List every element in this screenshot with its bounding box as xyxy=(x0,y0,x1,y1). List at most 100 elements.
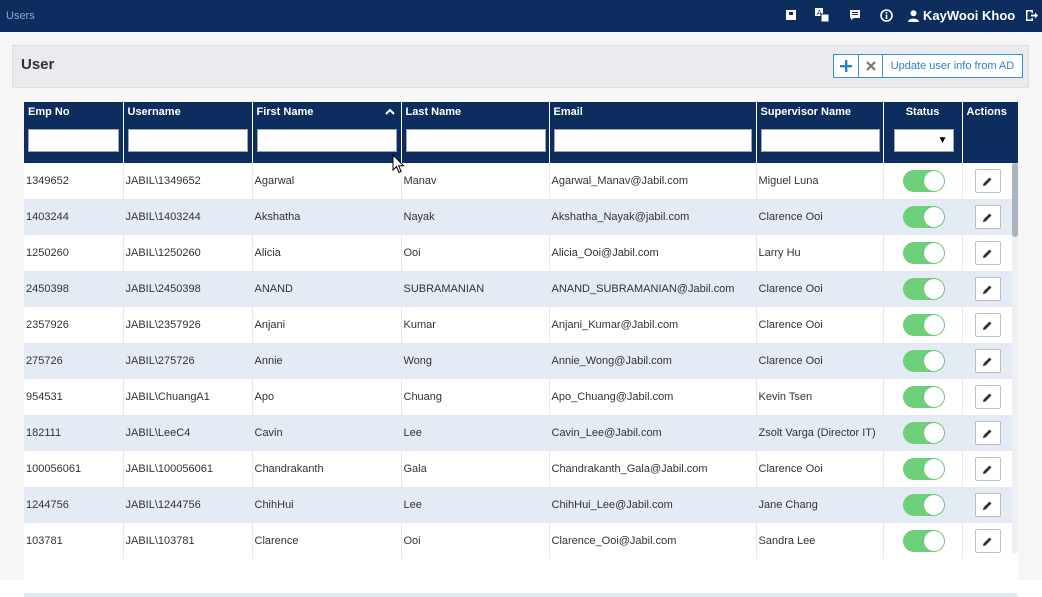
table-row[interactable]: 954531 JABIL\ChuangA1 Apo Chuang Apo_Chuang@… xyxy=(24,379,1018,415)
status-toggle[interactable] xyxy=(902,350,945,372)
cell-emp-no: 1349652 xyxy=(24,163,124,199)
cell-actions xyxy=(962,487,1018,523)
cell-supervisor: Clarence Ooi xyxy=(756,271,884,307)
cell-emp-no: 954531 xyxy=(24,379,124,415)
header-supervisor[interactable]: Supervisor Name xyxy=(756,102,884,163)
cell-status xyxy=(883,199,963,235)
status-toggle[interactable] xyxy=(902,170,945,192)
edit-button[interactable] xyxy=(974,313,1001,337)
cell-supervisor: Jane Chang xyxy=(756,487,884,523)
book-icon[interactable] xyxy=(784,8,798,22)
header-first-name[interactable]: First Name xyxy=(252,102,402,163)
sort-ascending-icon xyxy=(384,108,395,115)
edit-button[interactable] xyxy=(974,385,1001,409)
status-toggle[interactable] xyxy=(902,386,945,408)
cell-email: Akshatha_Nayak@jabil.com xyxy=(549,199,757,235)
cell-last-name: Ooi xyxy=(401,523,550,559)
edit-button[interactable] xyxy=(974,241,1001,265)
cell-actions xyxy=(962,379,1018,415)
emp-no-filter-input[interactable] xyxy=(28,129,119,152)
cell-username: JABIL\1250260 xyxy=(123,235,253,271)
status-toggle[interactable] xyxy=(902,206,945,228)
supervisor-filter-input[interactable] xyxy=(760,129,880,152)
pencil-icon xyxy=(983,465,992,474)
table-row[interactable]: 1250260 JABIL\1250260 Alicia Ooi Alicia_Ooi@… xyxy=(24,235,1018,271)
cell-supervisor: Miguel Luna xyxy=(756,163,884,199)
message-icon[interactable] xyxy=(848,8,862,22)
cell-emp-no: 2357926 xyxy=(24,307,124,343)
user-menu[interactable]: KayWooi Khoo xyxy=(908,8,1015,23)
page-title: User xyxy=(21,56,55,73)
translate-icon[interactable]: A xyxy=(815,8,829,22)
status-toggle[interactable] xyxy=(902,278,945,300)
pencil-icon xyxy=(983,285,992,294)
cell-last-name: Lee xyxy=(401,415,550,451)
edit-button[interactable] xyxy=(974,277,1001,301)
cell-last-name: Gala xyxy=(401,451,550,487)
status-toggle[interactable] xyxy=(902,530,945,552)
cell-supervisor: Clarence Ooi xyxy=(756,199,884,235)
clear-filters-button[interactable] xyxy=(858,54,883,78)
cell-actions xyxy=(962,343,1018,379)
status-toggle[interactable] xyxy=(902,422,945,444)
table-row[interactable]: 182111 JABIL\LeeC4 Cavin Lee Cavin_Lee@Jabil… xyxy=(24,415,1018,451)
table-row[interactable]: 100056061 JABIL\100056061 Chandrakanth Gala… xyxy=(24,451,1018,487)
status-toggle[interactable] xyxy=(902,458,945,480)
cell-username: JABIL\1349652 xyxy=(123,163,253,199)
logout-icon[interactable] xyxy=(1024,8,1038,22)
header-emp-no[interactable]: Emp No xyxy=(24,102,124,163)
cell-supervisor: Clarence Ooi xyxy=(756,343,884,379)
table-row[interactable]: 103781 JABIL\103781 Clarence Ooi Clarence_Oo… xyxy=(24,523,1018,559)
table-row[interactable]: 275726 JABIL\275726 Annie Wong Annie_Wong@Ja… xyxy=(24,343,1018,379)
cell-first-name: Chandrakanth xyxy=(252,451,402,487)
users-table: Emp No Username First Name Last Name Ema… xyxy=(24,102,1018,580)
header-username[interactable]: Username xyxy=(123,102,253,163)
edit-button[interactable] xyxy=(974,169,1001,193)
scrollbar-thumb[interactable] xyxy=(1012,163,1018,237)
edit-button[interactable] xyxy=(974,421,1001,445)
table-row[interactable]: 1349652 JABIL\1349652 Agarwal Manav Agarwal_… xyxy=(24,163,1018,199)
cell-first-name: ChihHui xyxy=(252,487,402,523)
cell-status xyxy=(883,343,963,379)
header-last-name[interactable]: Last Name xyxy=(401,102,550,163)
table-row[interactable]: 1403244 JABIL\1403244 Akshatha Nayak Akshath… xyxy=(24,199,1018,235)
header-email[interactable]: Email xyxy=(549,102,757,163)
add-user-button[interactable] xyxy=(833,54,859,78)
toggle-knob xyxy=(923,531,944,551)
header-status[interactable]: Status ▼ xyxy=(883,102,963,163)
cell-status xyxy=(883,379,963,415)
edit-button[interactable] xyxy=(974,529,1001,553)
pencil-icon xyxy=(983,537,992,546)
edit-button[interactable] xyxy=(974,349,1001,373)
cell-first-name: Akshatha xyxy=(252,199,402,235)
username-filter-input[interactable] xyxy=(127,129,248,152)
edit-button[interactable] xyxy=(974,205,1001,229)
toggle-knob xyxy=(923,207,944,227)
table-body: 1349652 JABIL\1349652 Agarwal Manav Agarwal_… xyxy=(24,163,1018,559)
scrollbar[interactable] xyxy=(1012,163,1018,553)
cell-username: JABIL\1403244 xyxy=(123,199,253,235)
cell-status xyxy=(883,415,963,451)
table-row[interactable]: 2357926 JABIL\2357926 Anjani Kumar Anjani_Ku… xyxy=(24,307,1018,343)
toggle-knob xyxy=(923,423,944,443)
table-row[interactable]: 1244756 JABIL\1244756 ChihHui Lee ChihHui_Le… xyxy=(24,487,1018,523)
email-filter-input[interactable] xyxy=(553,129,752,152)
edit-button[interactable] xyxy=(974,493,1001,517)
cell-supervisor: Kevin Tsen xyxy=(756,379,884,415)
status-filter-select[interactable]: ▼ xyxy=(893,129,954,152)
toggle-knob xyxy=(923,315,944,335)
status-toggle[interactable] xyxy=(902,314,945,336)
edit-button[interactable] xyxy=(974,457,1001,481)
cell-username: JABIL\2357926 xyxy=(123,307,253,343)
first-name-filter-input[interactable] xyxy=(256,129,397,152)
last-name-filter-input[interactable] xyxy=(405,129,546,152)
toggle-knob xyxy=(923,171,944,191)
cell-last-name: Lee xyxy=(401,487,550,523)
status-toggle[interactable] xyxy=(902,242,945,264)
toggle-knob xyxy=(923,387,944,407)
info-icon[interactable] xyxy=(879,8,893,22)
cell-emp-no: 1250260 xyxy=(24,235,124,271)
status-toggle[interactable] xyxy=(902,494,945,516)
table-row[interactable]: 2450398 JABIL\2450398 ANAND SUBRAMANIAN ANAN… xyxy=(24,271,1018,307)
update-from-ad-button[interactable]: Update user info from AD xyxy=(882,54,1023,78)
